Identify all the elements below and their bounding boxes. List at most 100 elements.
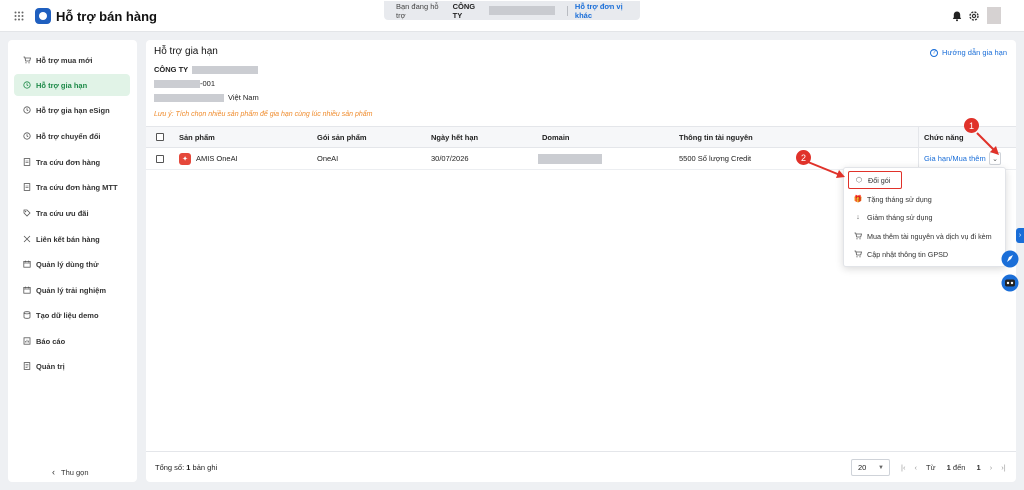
- arrow-down-icon: ↓: [856, 213, 860, 221]
- column-header-expiry: Ngày hết hạn: [431, 132, 479, 142]
- pagination: |‹ ‹ Từ 1 đến 1 › ›|: [901, 463, 1015, 472]
- menu-item-buy-resources[interactable]: Mua thêm tài nguyên và dịch vụ đi kèm: [848, 227, 1003, 245]
- sidebar-item-label: Tra cứu đơn hàng MTT: [36, 182, 118, 192]
- support-company: CÔNG TY: [452, 1, 476, 20]
- menu-item-label: Đổi gói: [868, 175, 891, 185]
- sidebar-item-admin[interactable]: Quản trị: [14, 355, 130, 377]
- select-all-checkbox[interactable]: [156, 127, 164, 147]
- redacted-company-name: [488, 6, 555, 15]
- table-header: Sản phẩm Gói sản phẩm Ngày hết hạn Domai…: [146, 126, 1016, 148]
- redacted-tax-code: [154, 79, 200, 88]
- box-icon: ⬡: [855, 177, 863, 184]
- sidebar-item-order-lookup[interactable]: Tra cứu đơn hàng: [14, 151, 130, 173]
- column-header-product: Sản phẩm: [179, 132, 215, 142]
- bell-icon[interactable]: [951, 10, 963, 22]
- divider: [566, 5, 568, 16]
- sidebar-item-label: Tra cứu ưu đãi: [36, 208, 89, 218]
- support-other-unit-link[interactable]: Hỗ trợ đơn vị khác: [575, 2, 640, 20]
- link-icon: [23, 235, 31, 243]
- menu-item-label: Tặng tháng sử dụng: [867, 194, 932, 204]
- guide-label: Hướng dẫn gia hạn: [942, 48, 1007, 57]
- sidebar-item-order-lookup-mtt[interactable]: Tra cứu đơn hàng MTT: [14, 176, 130, 198]
- chevron-down-icon: ▼: [878, 464, 884, 471]
- clock-renew-icon: [23, 81, 31, 89]
- column-header-domain: Domain: [542, 132, 570, 142]
- page-size-value: 20: [858, 463, 867, 472]
- annotation-arrow-2: [807, 161, 845, 178]
- clock-renew-icon: [23, 106, 31, 114]
- sidebar-item-label: Hỗ trợ chuyển đổi: [36, 131, 101, 141]
- sidebar-item-renewal-esign[interactable]: Hỗ trợ gia hạn eSign: [14, 99, 130, 121]
- sidebar-item-label: Tạo dữ liệu demo: [36, 310, 99, 320]
- redacted-address: [154, 93, 224, 102]
- menu-item-gift-months[interactable]: 🎁 Tặng tháng sử dụng: [848, 190, 1003, 208]
- menu-item-label: Cập nhật thông tin GPSD: [867, 249, 949, 259]
- prev-page-icon[interactable]: ‹: [914, 463, 917, 472]
- sidebar-item-label: Báo cáo: [36, 336, 66, 346]
- chatbot-icon[interactable]: [1001, 274, 1019, 292]
- address-suffix: Việt Nam: [228, 93, 259, 102]
- collapse-sidebar-button[interactable]: ‹ Thu gọn: [52, 467, 89, 477]
- range-from: 1: [946, 463, 951, 472]
- sidebar-item-label: Quản trị: [36, 361, 65, 371]
- app-grid-icon[interactable]: [14, 11, 24, 21]
- customer-address: Việt Nam: [154, 93, 259, 102]
- sidebar-item-buy-new[interactable]: Hỗ trợ mua mới: [14, 49, 130, 71]
- cart-icon: [854, 232, 862, 240]
- sidebar-item-demo-data[interactable]: Tạo dữ liệu demo: [14, 304, 130, 326]
- cart-icon: [854, 250, 862, 258]
- sidebar-item-label: Hỗ trợ mua mới: [36, 55, 93, 65]
- sidebar-item-conversion[interactable]: Hỗ trợ chuyển đổi: [14, 125, 130, 147]
- menu-item-reduce-months[interactable]: ↓ Giảm tháng sử dụng: [848, 208, 1003, 226]
- support-prefix: Bạn đang hỗ trợ: [396, 1, 439, 20]
- renewal-guide-link[interactable]: ? Hướng dẫn gia hạn: [930, 48, 1007, 57]
- sidebar-item-sales-link[interactable]: Liên kết bán hàng: [14, 228, 130, 250]
- checkbox[interactable]: [156, 133, 164, 141]
- total-count: 1: [186, 463, 191, 472]
- collapse-label: Thu gọn: [61, 467, 89, 477]
- page-size-select[interactable]: 20 ▼: [851, 459, 890, 476]
- tax-code-suffix: -001: [200, 79, 216, 88]
- row-checkbox[interactable]: [156, 148, 164, 169]
- database-icon: [23, 311, 31, 319]
- chevron-left-icon: ‹: [52, 467, 55, 477]
- sidebar-item-trial-management[interactable]: Quản lý dùng thử: [14, 253, 130, 275]
- first-page-icon[interactable]: |‹: [901, 463, 905, 472]
- last-page-icon[interactable]: ›|: [1001, 463, 1005, 472]
- sidebar-item-promotion-lookup[interactable]: Tra cứu ưu đãi: [14, 202, 130, 224]
- calendar-icon: [23, 260, 31, 268]
- expiry-cell: 30/07/2026: [431, 154, 469, 163]
- range-mid: đến: [952, 463, 966, 472]
- calendar-icon: [23, 286, 31, 294]
- checkbox[interactable]: [156, 154, 164, 163]
- company-label: CÔNG TY: [154, 65, 189, 74]
- sidebar-item-reports[interactable]: Báo cáo: [14, 330, 130, 352]
- avatar[interactable]: [987, 7, 1001, 24]
- top-bar: Hỗ trợ bán hàng Bạn đang hỗ trợ CÔNG TY …: [0, 0, 1024, 32]
- rocket-icon[interactable]: [1001, 250, 1019, 268]
- customer-tax-code: -001: [154, 79, 215, 88]
- gear-icon[interactable]: [968, 10, 980, 22]
- total-suffix: bản ghi: [192, 463, 218, 472]
- products-table: Sản phẩm Gói sản phẩm Ngày hết hạn Domai…: [146, 126, 1016, 170]
- next-page-icon[interactable]: ›: [990, 463, 993, 472]
- page-title: Hỗ trợ gia hạn: [154, 46, 218, 57]
- menu-item-label: Mua thêm tài nguyên và dịch vụ đi kèm: [867, 231, 992, 241]
- app-title: Hỗ trợ bán hàng: [56, 9, 157, 24]
- total-prefix: Tổng số:: [155, 463, 185, 472]
- package-cell: OneAI: [317, 154, 339, 163]
- resources-cell: 5500 Số lượng Credit: [679, 154, 752, 163]
- column-header-package: Gói sản phẩm: [317, 132, 367, 142]
- menu-item-change-package[interactable]: ⬡ Đổi gói: [848, 171, 902, 189]
- app-logo-icon: [35, 8, 51, 24]
- side-panel-toggle[interactable]: ›: [1016, 228, 1024, 243]
- product-name: AMIS OneAI: [196, 154, 238, 163]
- menu-item-update-gpsd[interactable]: Cập nhật thông tin GPSD: [848, 245, 1003, 263]
- range-prefix: Từ: [925, 463, 936, 472]
- sidebar-item-renewal[interactable]: Hỗ trợ gia hạn: [14, 74, 130, 96]
- chevron-right-icon: ›: [1018, 232, 1022, 239]
- multi-select-note: Lưu ý: Tích chọn nhiều sản phẩm để gia h…: [154, 111, 373, 118]
- sidebar-item-experience-management[interactable]: Quản lý trải nghiệm: [14, 279, 130, 301]
- product-cell: ✦ AMIS OneAI: [179, 148, 238, 169]
- help-circle-icon: ?: [930, 48, 939, 57]
